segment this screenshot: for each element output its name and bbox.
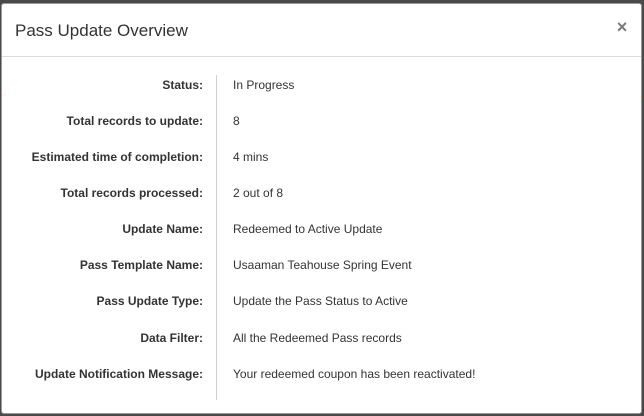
- detail-row-update-type: Pass Update Type: Update the Pass Status…: [2, 291, 641, 311]
- pass-update-overview-modal: Pass Update Overview × Status: In Progre…: [1, 3, 642, 414]
- close-icon[interactable]: ×: [614, 17, 630, 37]
- detail-row-notification-message: Update Notification Message: Your redeem…: [2, 364, 641, 384]
- detail-label: Pass Template Name:: [79, 258, 203, 272]
- detail-row-estimated-time: Estimated time of completion: 4 mins: [2, 147, 641, 167]
- modal-body: Status: In Progress Total records to upd…: [2, 57, 641, 413]
- detail-value: All the Redeemed Pass records: [233, 331, 402, 345]
- detail-value: Usaaman Teahouse Spring Event: [233, 258, 412, 272]
- modal-title: Pass Update Overview: [15, 21, 188, 40]
- detail-label: Estimated time of completion:: [31, 150, 203, 164]
- detail-row-data-filter: Data Filter: All the Redeemed Pass recor…: [2, 328, 641, 348]
- detail-value: 2 out of 8: [233, 186, 284, 200]
- modal-header: Pass Update Overview ×: [2, 4, 641, 57]
- detail-row-records-processed: Total records processed: 2 out of 8: [2, 183, 641, 203]
- detail-value: 4 mins: [233, 150, 269, 164]
- detail-value: Update the Pass Status to Active: [233, 294, 408, 308]
- detail-value: Your redeemed coupon has been reactivate…: [233, 367, 476, 381]
- detail-value: In Progress: [233, 78, 295, 92]
- detail-value: Redeemed to Active Update: [233, 222, 383, 236]
- detail-label: Total records processed:: [60, 186, 204, 200]
- detail-row-total-records: Total records to update: 8: [2, 111, 641, 131]
- detail-row-update-name: Update Name: Redeemed to Active Update: [2, 219, 641, 239]
- detail-label: Data Filter:: [140, 331, 203, 345]
- detail-label: Status:: [162, 78, 203, 92]
- detail-value: 8: [233, 114, 240, 128]
- detail-label: Update Name:: [122, 222, 203, 236]
- detail-label: Total records to update:: [66, 114, 203, 128]
- detail-row-pass-template: Pass Template Name: Usaaman Teahouse Spr…: [2, 255, 641, 275]
- detail-row-status: Status: In Progress: [2, 75, 641, 95]
- detail-label: Update Notification Message:: [34, 367, 203, 381]
- detail-label: Pass Update Type:: [96, 294, 203, 308]
